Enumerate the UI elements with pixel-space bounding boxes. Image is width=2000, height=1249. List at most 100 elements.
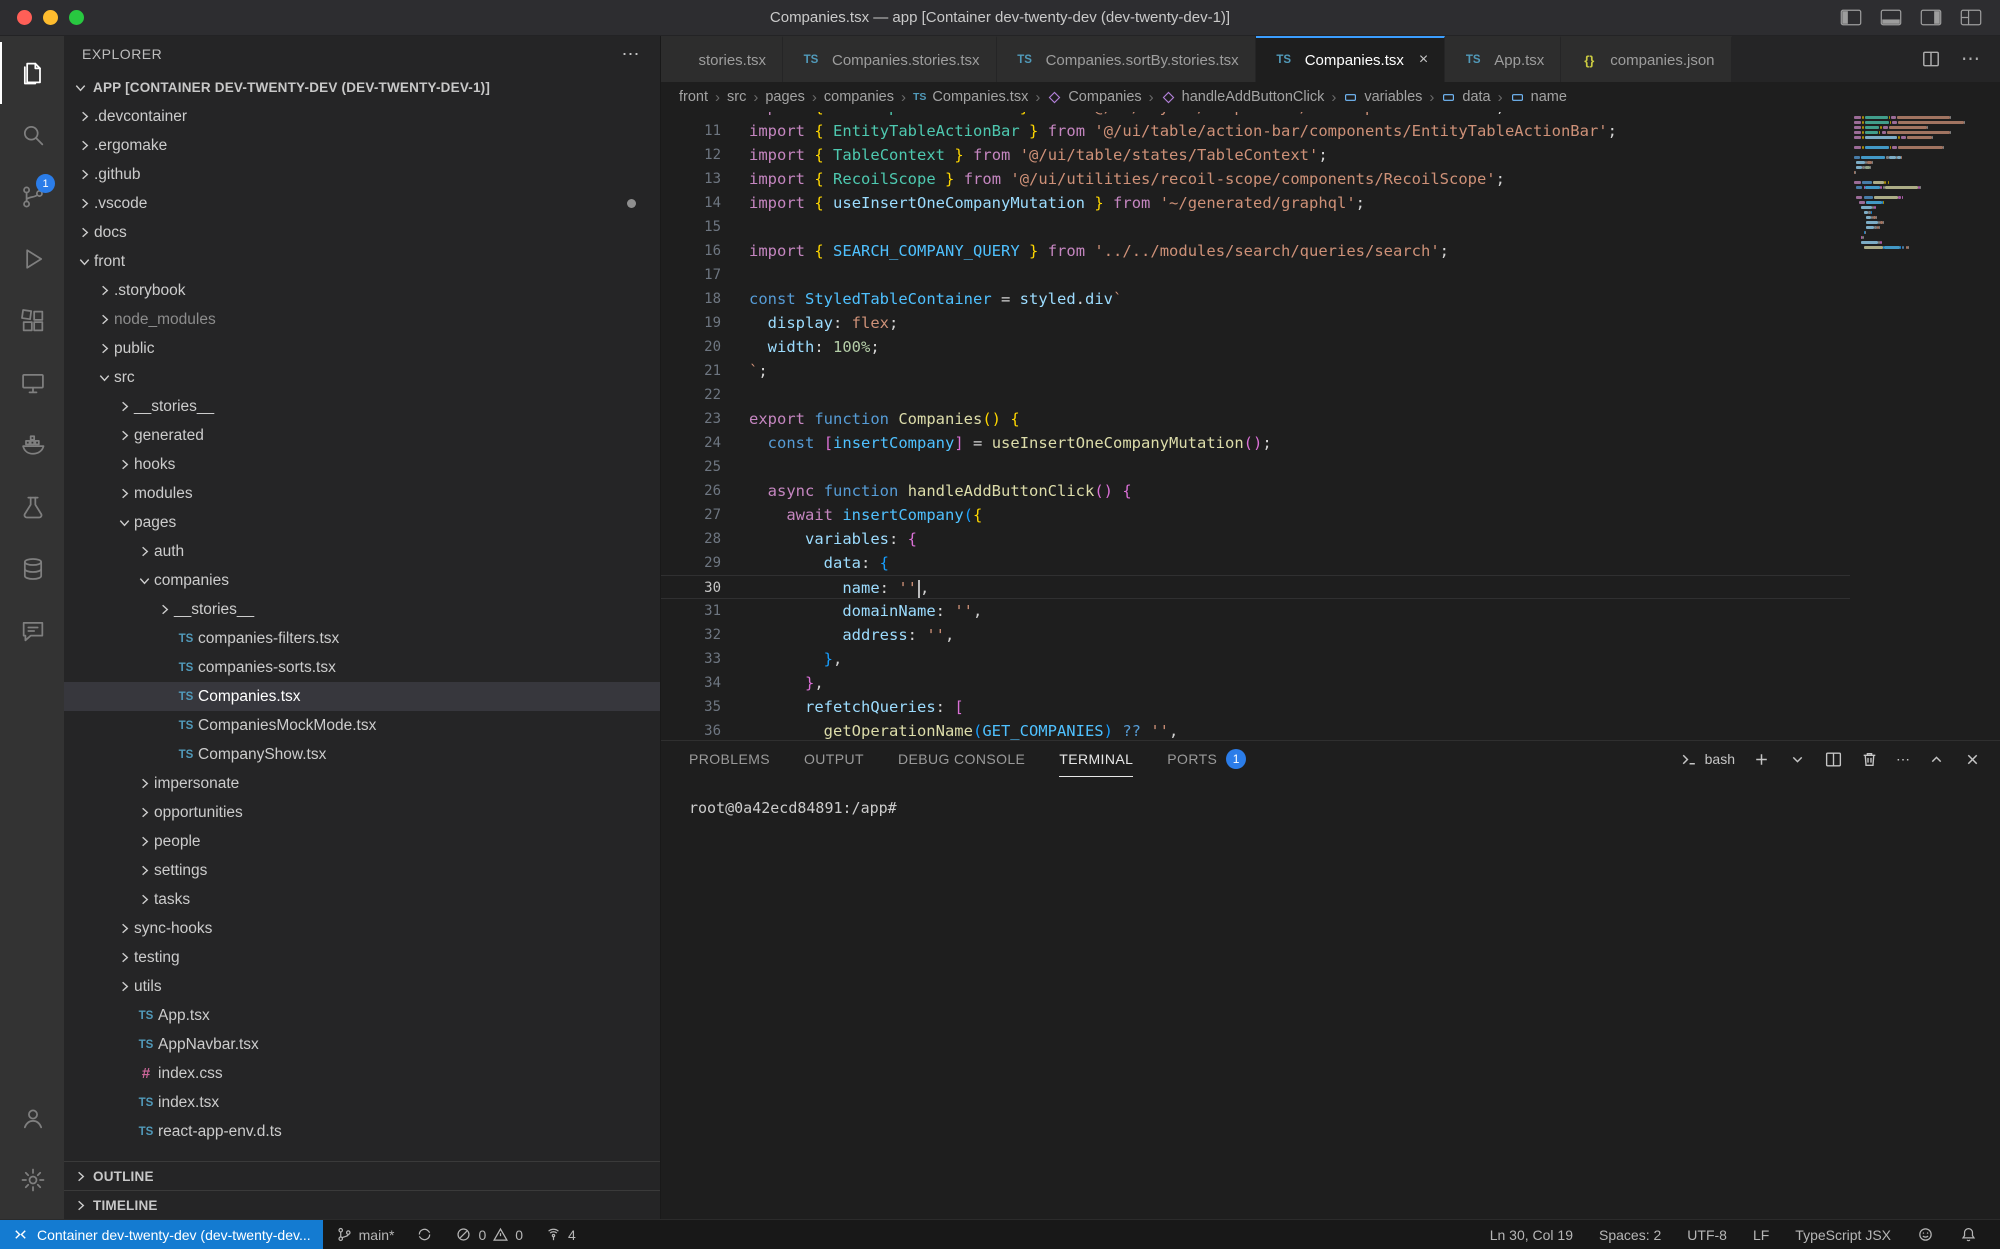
split-terminal-icon[interactable]: [1824, 750, 1843, 769]
line-number[interactable]: 18: [661, 287, 721, 311]
tree-file-companiesmockmode-tsx[interactable]: TSCompaniesMockMode.tsx: [64, 711, 660, 740]
tree-folder-impersonate[interactable]: impersonate: [64, 769, 660, 798]
code-line-14[interactable]: 14import { useInsertOneCompanyMutation }…: [661, 191, 1850, 215]
code-line-26[interactable]: 26 async function handleAddButtonClick()…: [661, 479, 1850, 503]
line-number[interactable]: 22: [661, 383, 721, 407]
tree-folder-settings[interactable]: settings: [64, 856, 660, 885]
panel-tab-output[interactable]: OUTPUT: [804, 741, 864, 777]
docker-icon[interactable]: [0, 414, 64, 476]
tree-folder-devcontainer[interactable]: .devcontainer: [64, 102, 660, 131]
tree-folder-vscode[interactable]: .vscode: [64, 189, 660, 218]
code-line-10[interactable]: 10import { WithTopBarContainer } from '@…: [661, 112, 1850, 119]
code-line-30[interactable]: 30 name: '',: [661, 575, 1850, 599]
tree-folder-docs[interactable]: docs: [64, 218, 660, 247]
extensions-icon[interactable]: [0, 290, 64, 352]
terminal-dropdown-icon[interactable]: [1788, 750, 1807, 769]
tree-file-companies-filters-tsx[interactable]: TScompanies-filters.tsx: [64, 624, 660, 653]
line-number[interactable]: 25: [661, 455, 721, 479]
line-number[interactable]: 26: [661, 479, 721, 503]
tree-folder-people[interactable]: people: [64, 827, 660, 856]
breadcrumb-item-data[interactable]: data: [1441, 89, 1490, 105]
tab-companies-tsx[interactable]: TSCompanies.tsx×: [1256, 36, 1446, 82]
line-number[interactable]: 12: [661, 143, 721, 167]
line-number[interactable]: 14: [661, 191, 721, 215]
line-number[interactable]: 19: [661, 311, 721, 335]
code-line-29[interactable]: 29 data: {: [661, 551, 1850, 575]
toggle-primary-sidebar-icon[interactable]: [1840, 9, 1862, 26]
tree-file-index-css[interactable]: #index.css: [64, 1059, 660, 1088]
tree-folder-ergomake[interactable]: .ergomake: [64, 131, 660, 160]
tree-file-companies-tsx[interactable]: TSCompanies.tsx: [64, 682, 660, 711]
close-tab-icon[interactable]: ×: [1419, 51, 1428, 69]
toggle-panel-icon[interactable]: [1880, 9, 1902, 26]
code-line-34[interactable]: 34 },: [661, 671, 1850, 695]
breadcrumb-item-variables[interactable]: variables: [1343, 89, 1422, 105]
minimap[interactable]: [1850, 112, 2000, 740]
feedback-icon[interactable]: [1908, 1220, 1943, 1249]
editor-more-actions-icon[interactable]: ⋯: [1961, 48, 1980, 71]
timeline-section-header[interactable]: TIMELINE: [64, 1190, 660, 1219]
code-line-36[interactable]: 36 getOperationName(GET_COMPANIES) ?? ''…: [661, 719, 1850, 740]
tree-folder-pages[interactable]: pages: [64, 508, 660, 537]
tree-file-index-tsx[interactable]: TSindex.tsx: [64, 1088, 660, 1117]
tree-file-appnavbar-tsx[interactable]: TSAppNavbar.tsx: [64, 1030, 660, 1059]
terminal-output[interactable]: root@0a42ecd84891:/app#: [661, 777, 2000, 817]
tree-folder-front[interactable]: front: [64, 247, 660, 276]
new-terminal-icon[interactable]: [1752, 750, 1771, 769]
line-number[interactable]: 33: [661, 647, 721, 671]
maximize-panel-icon[interactable]: [1927, 750, 1946, 769]
line-number[interactable]: 28: [661, 527, 721, 551]
tree-folder-public[interactable]: public: [64, 334, 660, 363]
code-line-24[interactable]: 24 const [insertCompany] = useInsertOneC…: [661, 431, 1850, 455]
breadcrumb-item-companies[interactable]: Companies: [1047, 89, 1141, 105]
database-icon[interactable]: [0, 538, 64, 600]
sync-changes-button[interactable]: [407, 1220, 442, 1249]
code-line-15[interactable]: 15: [661, 215, 1850, 239]
tree-folder-tasks[interactable]: tasks: [64, 885, 660, 914]
tree-folder-github[interactable]: .github: [64, 160, 660, 189]
tree-folder-auth[interactable]: auth: [64, 537, 660, 566]
close-panel-icon[interactable]: [1963, 750, 1982, 769]
tree-file-companies-sorts-tsx[interactable]: TScompanies-sorts.tsx: [64, 653, 660, 682]
code-line-35[interactable]: 35 refetchQueries: [: [661, 695, 1850, 719]
line-number[interactable]: 24: [661, 431, 721, 455]
breadcrumb-item-handleaddbuttonclick[interactable]: handleAddButtonClick: [1161, 89, 1325, 105]
line-number[interactable]: 15: [661, 215, 721, 239]
code-line-17[interactable]: 17: [661, 263, 1850, 287]
panel-tab-terminal[interactable]: TERMINAL: [1059, 741, 1133, 777]
line-number[interactable]: 16: [661, 239, 721, 263]
encoding-status[interactable]: UTF-8: [1678, 1220, 1736, 1249]
breadcrumb-item-pages[interactable]: pages: [765, 89, 805, 105]
code-line-11[interactable]: 11import { EntityTableActionBar } from '…: [661, 119, 1850, 143]
line-number[interactable]: 29: [661, 551, 721, 575]
tree-folder-stories[interactable]: __stories__: [64, 595, 660, 624]
language-mode-status[interactable]: TypeScript JSX: [1786, 1220, 1900, 1249]
close-window-button[interactable]: [17, 10, 32, 25]
workspace-section-header[interactable]: APP [CONTAINER DEV-TWENTY-DEV (DEV-TWENT…: [64, 72, 660, 102]
breadcrumb-item-src[interactable]: src: [727, 89, 746, 105]
terminal-shell-selector[interactable]: bash: [1679, 750, 1735, 769]
tree-file-companyshow-tsx[interactable]: TSCompanyShow.tsx: [64, 740, 660, 769]
tree-file-react-app-env-d-ts[interactable]: TSreact-app-env.d.ts: [64, 1117, 660, 1146]
breadcrumb-item-companies[interactable]: companies: [824, 89, 894, 105]
panel-more-actions-icon[interactable]: ⋯: [1896, 751, 1910, 768]
line-number[interactable]: 23: [661, 407, 721, 431]
tab-stories-tsx[interactable]: stories.tsx: [661, 36, 783, 82]
explorer-more-actions-icon[interactable]: ⋯: [622, 44, 641, 65]
code-editor[interactable]: 10import { WithTopBarContainer } from '@…: [661, 112, 2000, 740]
line-number[interactable]: 32: [661, 623, 721, 647]
line-number[interactable]: 36: [661, 719, 721, 740]
code-line-16[interactable]: 16import { SEARCH_COMPANY_QUERY } from '…: [661, 239, 1850, 263]
line-number[interactable]: 31: [661, 599, 721, 623]
panel-tab-debug-console[interactable]: DEBUG CONSOLE: [898, 741, 1025, 777]
tree-folder-companies[interactable]: companies: [64, 566, 660, 595]
eol-status[interactable]: LF: [1744, 1220, 1778, 1249]
breadcrumb-item-companies-tsx[interactable]: TSCompanies.tsx: [913, 89, 1028, 105]
tree-file-app-tsx[interactable]: TSApp.tsx: [64, 1001, 660, 1030]
outline-section-header[interactable]: OUTLINE: [64, 1161, 660, 1190]
code-line-20[interactable]: 20 width: 100%;: [661, 335, 1850, 359]
indentation-status[interactable]: Spaces: 2: [1590, 1220, 1670, 1249]
tree-folder-modules[interactable]: modules: [64, 479, 660, 508]
split-editor-icon[interactable]: [1921, 49, 1941, 69]
beaker-icon[interactable]: [0, 476, 64, 538]
